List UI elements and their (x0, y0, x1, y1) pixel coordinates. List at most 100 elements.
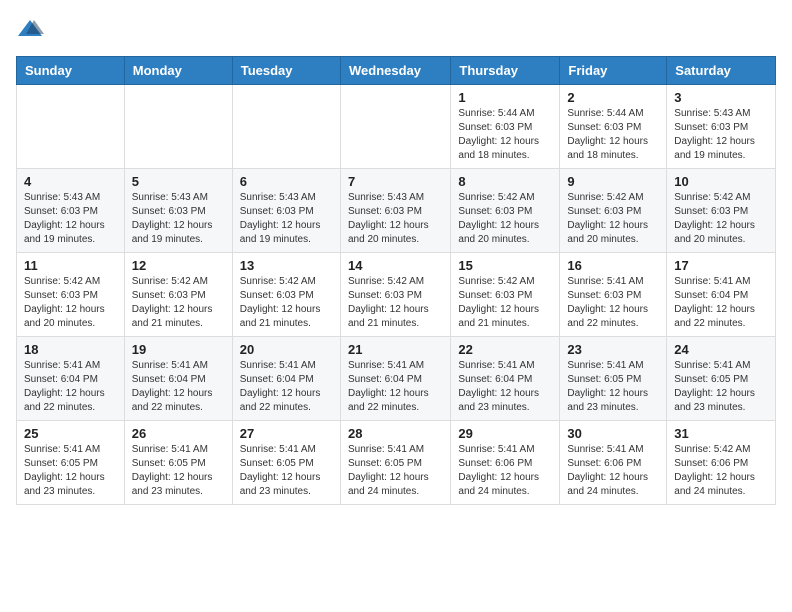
calendar-cell: 30 Sunrise: 5:41 AM Sunset: 6:06 PM Dayli… (560, 421, 667, 505)
weekday-header-row: SundayMondayTuesdayWednesdayThursdayFrid… (17, 57, 776, 85)
day-info: Sunrise: 5:43 AM Sunset: 6:03 PM Dayligh… (132, 191, 225, 247)
calendar-cell: 19 Sunrise: 5:41 AM Sunset: 6:04 PM Dayli… (124, 337, 232, 421)
day-number: 10 (674, 174, 768, 189)
page-header (16, 16, 776, 44)
calendar-cell: 27 Sunrise: 5:41 AM Sunset: 6:05 PM Dayli… (232, 421, 340, 505)
day-number: 4 (24, 174, 117, 189)
calendar-cell (340, 85, 450, 169)
day-number: 5 (132, 174, 225, 189)
calendar-cell: 29Sunrise: 5:41 AM Sunset: 6:06 PM Dayli… (451, 421, 560, 505)
day-info: Sunrise: 5:42 AM Sunset: 6:03 PM Dayligh… (458, 275, 552, 331)
calendar-cell: 18Sunrise: 5:41 AM Sunset: 6:04 PM Dayli… (17, 337, 125, 421)
weekday-header-wednesday: Wednesday (340, 57, 450, 85)
day-number: 23 (567, 342, 659, 357)
day-info: Sunrise: 5:41 AM Sunset: 6:05 PM Dayligh… (240, 443, 333, 499)
calendar-cell: 3 Sunrise: 5:43 AM Sunset: 6:03 PM Daylig… (667, 85, 776, 169)
day-number: 26 (132, 426, 225, 441)
day-info: Sunrise: 5:42 AM Sunset: 6:03 PM Dayligh… (674, 191, 768, 247)
calendar-cell: 14 Sunrise: 5:42 AM Sunset: 6:03 PM Dayli… (340, 253, 450, 337)
day-info: Sunrise: 5:43 AM Sunset: 6:03 PM Dayligh… (240, 191, 333, 247)
day-info: Sunrise: 5:43 AM Sunset: 6:03 PM Dayligh… (674, 107, 768, 163)
calendar-cell: 1 Sunrise: 5:44 AM Sunset: 6:03 PM Daylig… (451, 85, 560, 169)
day-number: 3 (674, 90, 768, 105)
weekday-header-thursday: Thursday (451, 57, 560, 85)
day-info: Sunrise: 5:41 AM Sunset: 6:04 PM Dayligh… (348, 359, 443, 415)
day-number: 20 (240, 342, 333, 357)
day-number: 15 (458, 258, 552, 273)
calendar-cell (124, 85, 232, 169)
calendar-cell: 7 Sunrise: 5:43 AM Sunset: 6:03 PM Daylig… (340, 169, 450, 253)
day-number: 16 (567, 258, 659, 273)
calendar-cell: 12Sunrise: 5:42 AM Sunset: 6:03 PM Dayli… (124, 253, 232, 337)
day-number: 8 (458, 174, 552, 189)
weekday-header-saturday: Saturday (667, 57, 776, 85)
day-number: 17 (674, 258, 768, 273)
calendar-cell: 25Sunrise: 5:41 AM Sunset: 6:05 PM Dayli… (17, 421, 125, 505)
day-info: Sunrise: 5:41 AM Sunset: 6:05 PM Dayligh… (674, 359, 768, 415)
calendar-cell: 13 Sunrise: 5:42 AM Sunset: 6:03 PM Dayli… (232, 253, 340, 337)
day-number: 24 (674, 342, 768, 357)
calendar-cell: 8 Sunrise: 5:42 AM Sunset: 6:03 PM Daylig… (451, 169, 560, 253)
day-number: 30 (567, 426, 659, 441)
day-number: 1 (458, 90, 552, 105)
calendar-cell: 17 Sunrise: 5:41 AM Sunset: 6:04 PM Dayli… (667, 253, 776, 337)
day-number: 19 (132, 342, 225, 357)
calendar-cell: 28 Sunrise: 5:41 AM Sunset: 6:05 PM Dayli… (340, 421, 450, 505)
day-number: 14 (348, 258, 443, 273)
day-number: 25 (24, 426, 117, 441)
calendar-cell: 26 Sunrise: 5:41 AM Sunset: 6:05 PM Dayli… (124, 421, 232, 505)
day-info: Sunrise: 5:44 AM Sunset: 6:03 PM Dayligh… (458, 107, 552, 163)
day-number: 12 (132, 258, 225, 273)
day-info: Sunrise: 5:42 AM Sunset: 6:06 PM Dayligh… (674, 443, 768, 499)
day-info: Sunrise: 5:44 AM Sunset: 6:03 PM Dayligh… (567, 107, 659, 163)
calendar-cell: 15 Sunrise: 5:42 AM Sunset: 6:03 PM Dayli… (451, 253, 560, 337)
calendar-cell: 31Sunrise: 5:42 AM Sunset: 6:06 PM Dayli… (667, 421, 776, 505)
calendar-week-row: 1 Sunrise: 5:44 AM Sunset: 6:03 PM Daylig… (17, 85, 776, 169)
day-number: 2 (567, 90, 659, 105)
weekday-header-monday: Monday (124, 57, 232, 85)
day-number: 27 (240, 426, 333, 441)
calendar-week-row: 4 Sunrise: 5:43 AM Sunset: 6:03 PM Daylig… (17, 169, 776, 253)
day-number: 6 (240, 174, 333, 189)
day-info: Sunrise: 5:41 AM Sunset: 6:05 PM Dayligh… (348, 443, 443, 499)
day-info: Sunrise: 5:41 AM Sunset: 6:04 PM Dayligh… (24, 359, 117, 415)
calendar-cell: 24 Sunrise: 5:41 AM Sunset: 6:05 PM Dayli… (667, 337, 776, 421)
calendar-cell: 22Sunrise: 5:41 AM Sunset: 6:04 PM Dayli… (451, 337, 560, 421)
day-info: Sunrise: 5:42 AM Sunset: 6:03 PM Dayligh… (458, 191, 552, 247)
day-number: 22 (458, 342, 552, 357)
day-info: Sunrise: 5:42 AM Sunset: 6:03 PM Dayligh… (240, 275, 333, 331)
day-info: Sunrise: 5:41 AM Sunset: 6:06 PM Dayligh… (458, 443, 552, 499)
calendar-table: SundayMondayTuesdayWednesdayThursdayFrid… (16, 56, 776, 505)
calendar-cell: 2 Sunrise: 5:44 AM Sunset: 6:03 PM Daylig… (560, 85, 667, 169)
day-info: Sunrise: 5:42 AM Sunset: 6:03 PM Dayligh… (24, 275, 117, 331)
logo-icon (16, 16, 44, 44)
day-info: Sunrise: 5:41 AM Sunset: 6:04 PM Dayligh… (132, 359, 225, 415)
day-info: Sunrise: 5:41 AM Sunset: 6:05 PM Dayligh… (132, 443, 225, 499)
calendar-cell (17, 85, 125, 169)
calendar-cell: 23 Sunrise: 5:41 AM Sunset: 6:05 PM Dayli… (560, 337, 667, 421)
weekday-header-friday: Friday (560, 57, 667, 85)
weekday-header-tuesday: Tuesday (232, 57, 340, 85)
calendar-cell: 9Sunrise: 5:42 AM Sunset: 6:03 PM Daylig… (560, 169, 667, 253)
calendar-cell: 20Sunrise: 5:41 AM Sunset: 6:04 PM Dayli… (232, 337, 340, 421)
day-number: 7 (348, 174, 443, 189)
day-info: Sunrise: 5:41 AM Sunset: 6:03 PM Dayligh… (567, 275, 659, 331)
day-info: Sunrise: 5:42 AM Sunset: 6:03 PM Dayligh… (348, 275, 443, 331)
calendar-week-row: 25 Sunrise: 5:41 AM Sunset: 6:05 PM Dayli… (17, 421, 776, 505)
day-info: Sunrise: 5:41 AM Sunset: 6:04 PM Dayligh… (674, 275, 768, 331)
day-number: 11 (24, 258, 117, 273)
day-number: 28 (348, 426, 443, 441)
day-number: 21 (348, 342, 443, 357)
calendar-cell: 4Sunrise: 5:43 AM Sunset: 6:03 PM Daylig… (17, 169, 125, 253)
day-info: Sunrise: 5:43 AM Sunset: 6:03 PM Dayligh… (348, 191, 443, 247)
day-info: Sunrise: 5:41 AM Sunset: 6:06 PM Dayligh… (567, 443, 659, 499)
calendar-cell: 10 Sunrise: 5:42 AM Sunset: 6:03 PM Dayli… (667, 169, 776, 253)
day-number: 13 (240, 258, 333, 273)
calendar-cell: 16 Sunrise: 5:41 AM Sunset: 6:03 PM Dayli… (560, 253, 667, 337)
weekday-header-sunday: Sunday (17, 57, 125, 85)
day-info: Sunrise: 5:41 AM Sunset: 6:05 PM Dayligh… (567, 359, 659, 415)
calendar-cell: 11 Sunrise: 5:42 AM Sunset: 6:03 PM Dayli… (17, 253, 125, 337)
calendar-cell (232, 85, 340, 169)
calendar-week-row: 11 Sunrise: 5:42 AM Sunset: 6:03 PM Dayli… (17, 253, 776, 337)
calendar-week-row: 18Sunrise: 5:41 AM Sunset: 6:04 PM Dayli… (17, 337, 776, 421)
